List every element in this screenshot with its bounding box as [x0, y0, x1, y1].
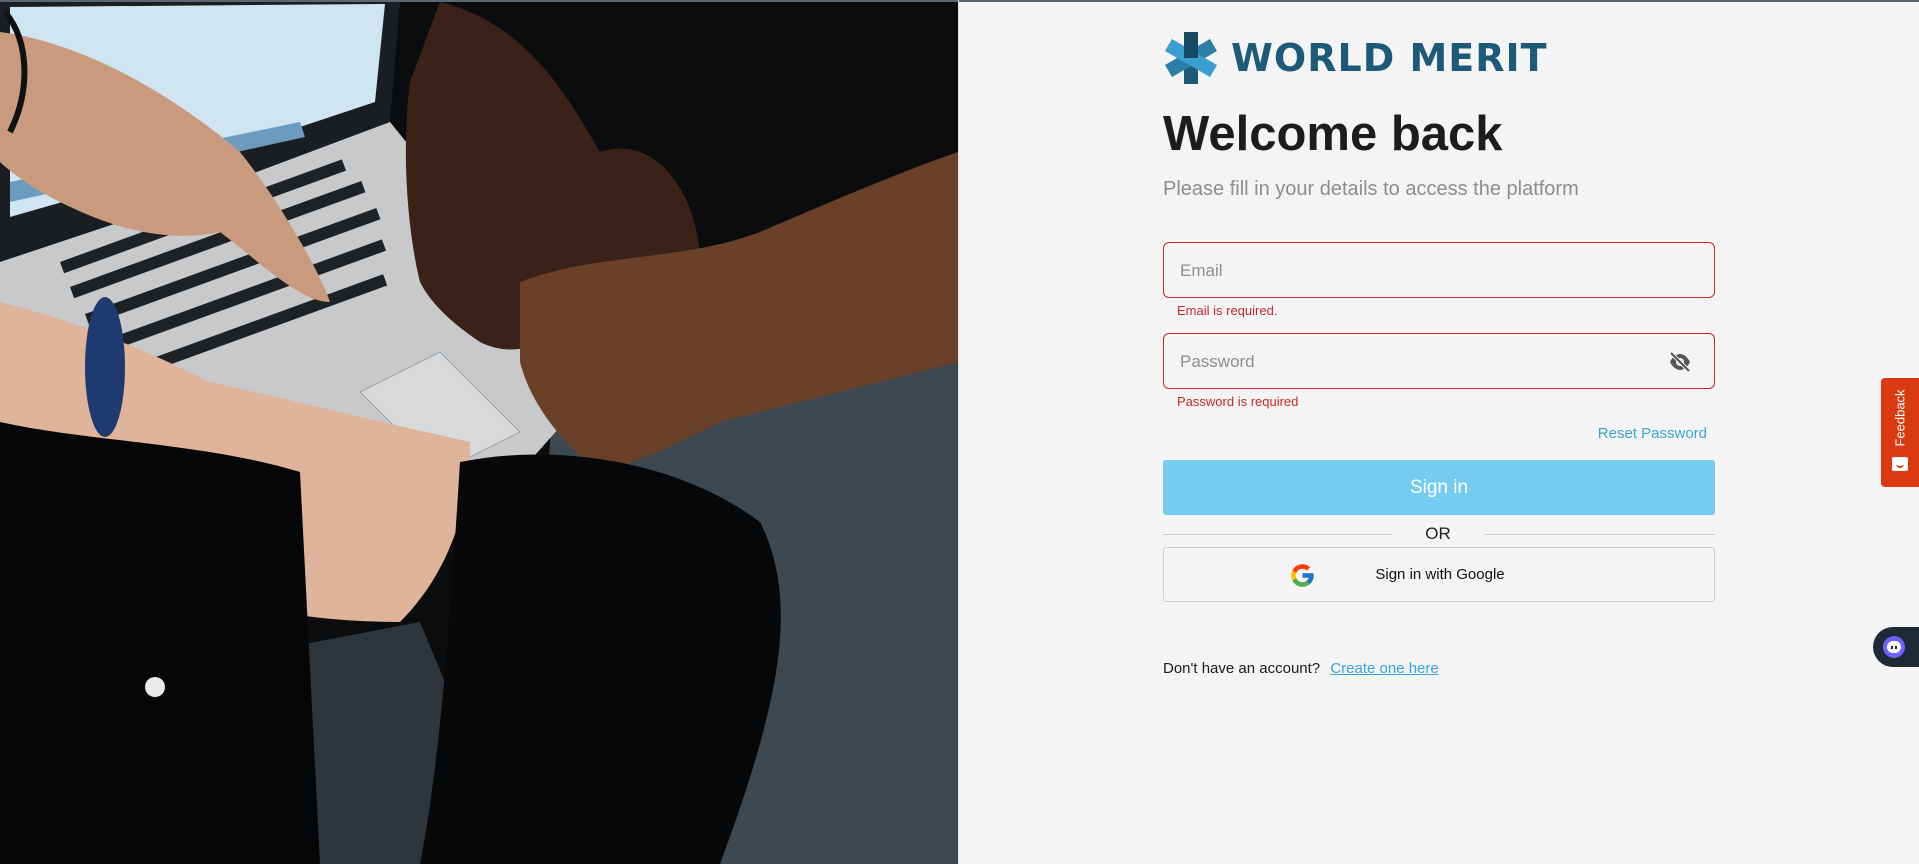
chatbot-icon [1883, 636, 1905, 658]
or-divider-left [1163, 534, 1392, 535]
email-error: Email is required. [1177, 303, 1278, 318]
chat-widget-button[interactable] [1873, 627, 1919, 667]
or-divider-right [1484, 534, 1715, 535]
signup-prompt: Don't have an account? Create one here [1163, 660, 1439, 677]
email-field [1163, 242, 1715, 299]
google-sign-in-button[interactable]: Sign in with Google [1163, 547, 1715, 602]
brand-name: WORLD MERIT [1231, 36, 1548, 80]
page-subtitle: Please fill in your details to access th… [1163, 178, 1579, 200]
star-logo-icon [1164, 32, 1218, 84]
reset-password-link[interactable]: Reset Password [1598, 425, 1707, 442]
feedback-label: Feedback [1892, 389, 1908, 447]
hero-illustration [0, 2, 958, 864]
email-input[interactable] [1178, 243, 1662, 299]
feedback-smile-icon [1892, 457, 1908, 471]
signup-prompt-text: Don't have an account? [1163, 660, 1321, 677]
password-input[interactable] [1178, 334, 1662, 390]
login-page: WORLD MERIT Welcome back Please fill in … [0, 0, 1919, 864]
create-account-link[interactable]: Create one here [1330, 660, 1438, 677]
password-error: Password is required [1177, 394, 1299, 409]
page-title: Welcome back [1163, 107, 1503, 161]
eye-off-icon[interactable] [1668, 350, 1692, 374]
brand-logo: WORLD MERIT [1163, 30, 1548, 86]
panel-divider [958, 0, 959, 864]
hero-image [0, 2, 958, 864]
password-field [1163, 333, 1715, 390]
or-label: OR [1425, 524, 1451, 543]
sign-in-button[interactable]: Sign in [1163, 460, 1715, 515]
feedback-tab[interactable]: Feedback [1881, 378, 1919, 487]
google-sign-in-label: Sign in with Google [1375, 566, 1505, 583]
